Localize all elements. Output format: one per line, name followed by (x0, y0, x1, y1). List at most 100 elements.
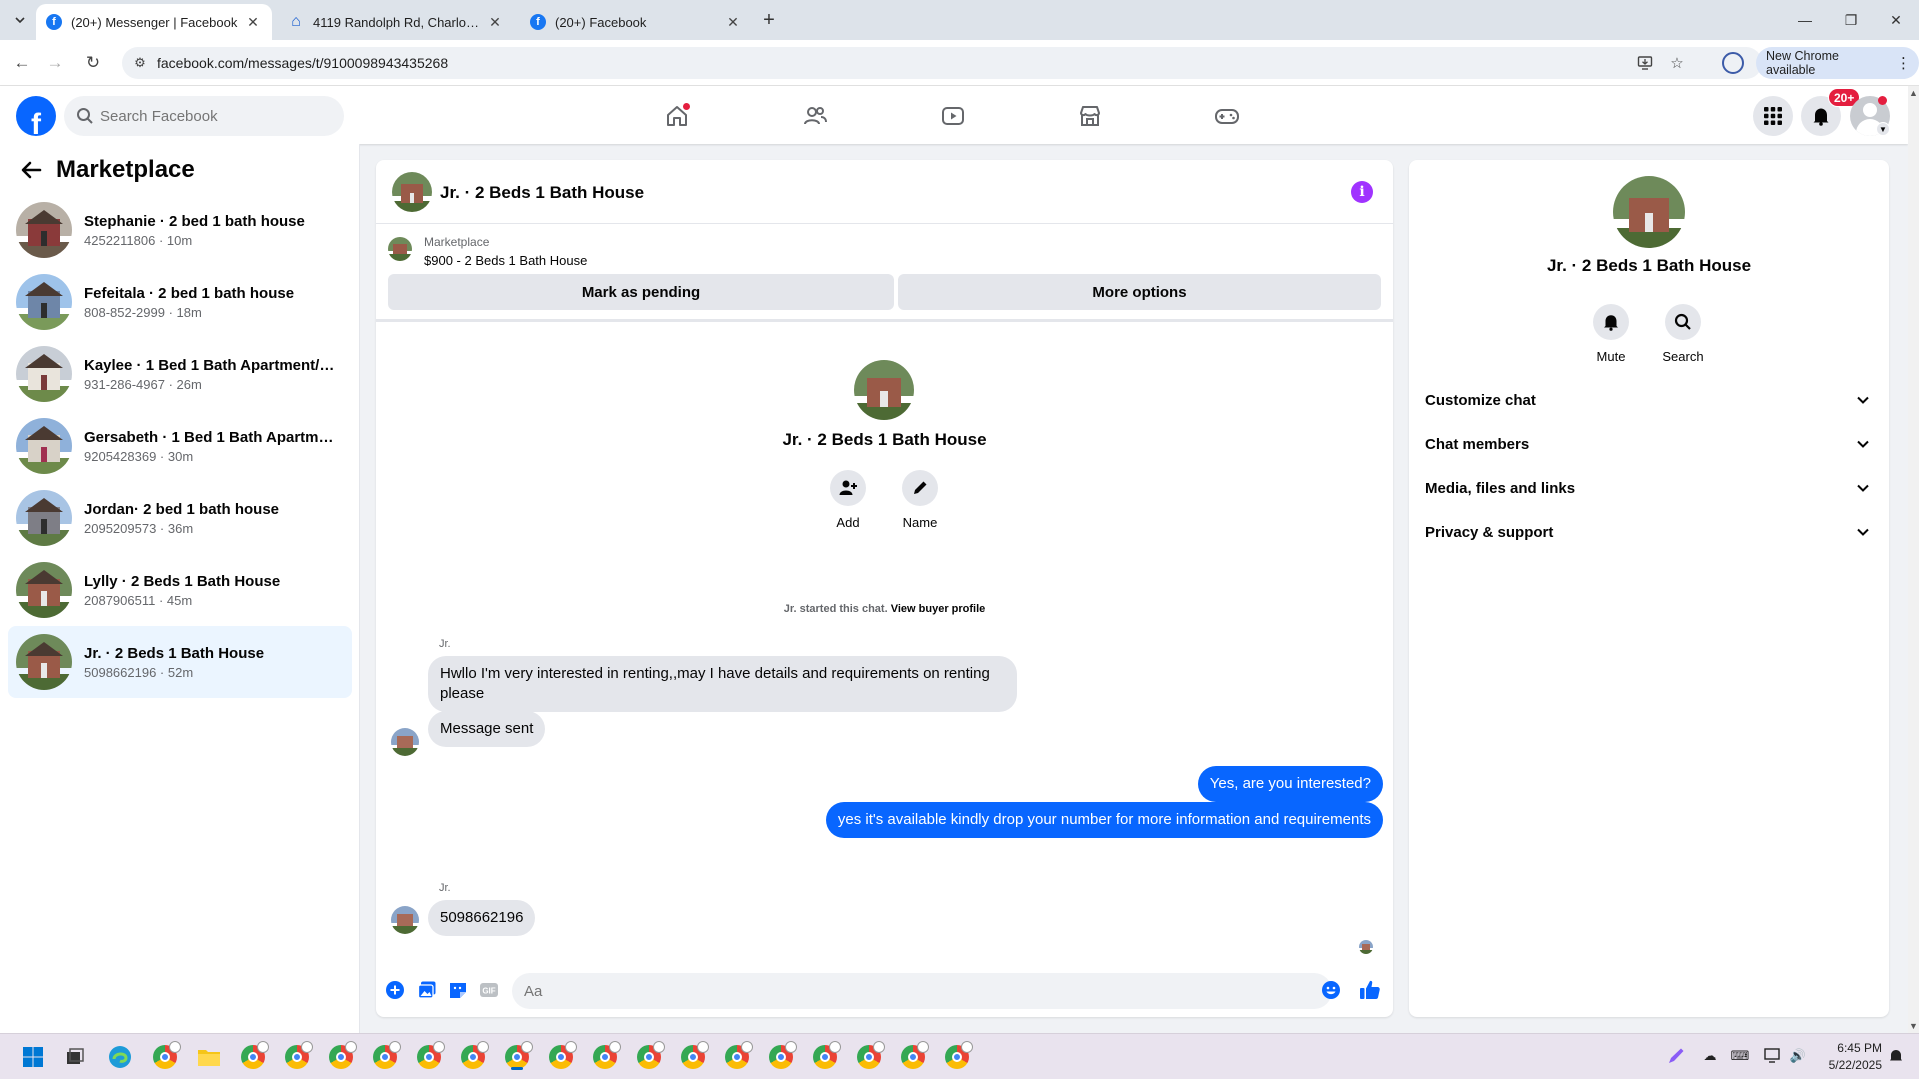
gif-icon[interactable]: GIF (478, 979, 500, 1001)
chrome-profile-icon[interactable] (1722, 52, 1744, 74)
conversation-item[interactable]: Stephanie · 2 bed 1 bath house 4252211806… (8, 194, 352, 266)
mute-button[interactable]: Mute (1581, 304, 1641, 364)
conversation-item[interactable]: Lylly · 2 Beds 1 Bath House 2087906511 · … (8, 554, 352, 626)
chrome-profile-taskbar-icon[interactable] (326, 1041, 357, 1072)
forward-arrow-icon[interactable]: → (42, 50, 68, 76)
friends-icon[interactable] (795, 96, 835, 136)
thumbs-up-icon[interactable] (1359, 979, 1381, 1001)
chrome-active-taskbar-icon[interactable] (502, 1041, 533, 1072)
more-options-button[interactable]: More options (898, 274, 1381, 310)
scroll-up-arrow-icon[interactable]: ▲ (1909, 88, 1918, 98)
facebook-search-box[interactable] (64, 96, 344, 136)
chat-title[interactable]: Jr. · 2 Beds 1 Bath House (440, 183, 644, 203)
tab-messenger[interactable]: f (20+) Messenger | Facebook ✕ (36, 4, 272, 40)
listing-price-title[interactable]: $900 - 2 Beds 1 Bath House (424, 253, 587, 268)
chrome-profile-taskbar-icon[interactable] (590, 1041, 621, 1072)
conversation-item[interactable]: Kaylee · 1 Bed 1 Bath Apartment/c... 931-… (8, 338, 352, 410)
chrome-profile-taskbar-icon[interactable] (238, 1041, 269, 1072)
tab-search-chevron-icon[interactable] (8, 8, 32, 32)
cloud-offline-icon[interactable]: ☁ (1700, 1046, 1720, 1066)
chrome-profile-taskbar-icon[interactable] (282, 1041, 313, 1072)
chrome-profile-taskbar-icon[interactable] (942, 1041, 973, 1072)
edge-browser-icon[interactable] (105, 1042, 135, 1072)
chat-avatar[interactable] (392, 172, 432, 212)
video-icon[interactable] (933, 96, 973, 136)
gaming-icon[interactable] (1207, 96, 1247, 136)
conversation-item-active[interactable]: Jr. · 2 Beds 1 Bath House 5098662196 · 52… (8, 626, 352, 698)
info-panel-avatar[interactable] (1613, 176, 1685, 248)
bookmark-star-icon[interactable]: ☆ (1668, 54, 1686, 72)
account-chevron-down-icon[interactable]: ▼ (1876, 122, 1890, 136)
sender-avatar[interactable] (391, 906, 419, 934)
edit-name-button[interactable]: Name (890, 470, 950, 530)
home-icon[interactable] (657, 96, 697, 136)
chrome-profile-taskbar-icon[interactable] (370, 1041, 401, 1072)
scroll-down-arrow-icon[interactable]: ▼ (1909, 1021, 1918, 1031)
sender-avatar[interactable] (391, 728, 419, 756)
facebook-logo-icon[interactable]: f (16, 96, 56, 136)
volume-icon[interactable]: 🔊 (1788, 1046, 1808, 1066)
chrome-profile-taskbar-icon[interactable] (766, 1041, 797, 1072)
view-buyer-profile-link[interactable]: View buyer profile (891, 603, 986, 615)
sticker-icon[interactable] (447, 979, 469, 1001)
system-clock[interactable]: 6:45 PM 5/22/2025 (1822, 1040, 1882, 1074)
chrome-profile-taskbar-icon[interactable] (810, 1041, 841, 1072)
site-info-icon[interactable]: ⚙ (132, 55, 148, 71)
pen-icon[interactable] (1666, 1046, 1686, 1066)
incoming-message-bubble[interactable]: 5098662196 (428, 900, 536, 936)
outgoing-message-bubble[interactable]: Yes, are you interested? (1197, 766, 1383, 802)
outgoing-message-bubble[interactable]: yes it's available kindly drop your numb… (825, 802, 1383, 838)
message-input[interactable] (512, 973, 1332, 1009)
search-in-conversation-button[interactable]: Search (1653, 304, 1713, 364)
chrome-profile-taskbar-icon[interactable] (150, 1041, 181, 1072)
address-bar[interactable]: ⚙ facebook.com/messages/t/91000989434352… (122, 47, 1762, 79)
task-view-icon[interactable] (60, 1042, 90, 1072)
incoming-message-bubble[interactable]: Message sent (428, 711, 546, 747)
mark-as-pending-button[interactable]: Mark as pending (388, 274, 894, 310)
url-text[interactable]: facebook.com/messages/t/9100098943435268 (157, 55, 448, 71)
chrome-profile-taskbar-icon[interactable] (414, 1041, 445, 1072)
keyboard-icon[interactable]: ⌨ (1730, 1046, 1750, 1066)
close-window-icon[interactable]: ✕ (1873, 6, 1919, 34)
restore-icon[interactable]: ❐ (1828, 6, 1874, 34)
tab-close-icon[interactable]: ✕ (244, 14, 262, 31)
notification-center-icon[interactable] (1886, 1046, 1906, 1066)
chrome-profile-taskbar-icon[interactable] (546, 1041, 577, 1072)
tab-close-icon[interactable]: ✕ (724, 14, 742, 31)
new-chrome-available-button[interactable]: New Chrome available ⋮ (1756, 47, 1919, 79)
file-explorer-icon[interactable] (194, 1042, 224, 1072)
photo-icon[interactable] (416, 979, 438, 1001)
conversation-item[interactable]: Gersabeth · 1 Bed 1 Bath Apartmen... 9205… (8, 410, 352, 482)
network-icon[interactable] (1763, 1046, 1783, 1066)
tab-close-icon[interactable]: ✕ (486, 14, 504, 31)
tab-facebook[interactable]: f (20+) Facebook ✕ (520, 4, 752, 40)
minimize-icon[interactable]: — (1782, 6, 1828, 34)
chrome-profile-taskbar-icon[interactable] (678, 1041, 709, 1072)
facebook-search-input[interactable] (100, 96, 330, 136)
chrome-profile-taskbar-icon[interactable] (634, 1041, 665, 1072)
back-arrow-icon[interactable]: ← (9, 50, 35, 76)
privacy-support-section[interactable]: Privacy & support (1425, 514, 1873, 550)
marketplace-icon[interactable] (1070, 96, 1110, 136)
tab-zillow[interactable]: ⌂ 4119 Randolph Rd, Charlotte, N ✕ (278, 4, 514, 40)
plus-circle-icon[interactable] (384, 979, 406, 1001)
back-arrow-icon[interactable] (20, 158, 44, 182)
chrome-profile-taskbar-icon[interactable] (722, 1041, 753, 1072)
conversation-item[interactable]: Fefeitala · 2 bed 1 bath house 808-852-29… (8, 266, 352, 338)
chrome-profile-taskbar-icon[interactable] (854, 1041, 885, 1072)
chat-members-section[interactable]: Chat members (1425, 426, 1873, 462)
new-tab-icon[interactable]: + (757, 8, 781, 32)
conversation-item[interactable]: Jordan· 2 bed 1 bath house 2095209573 · 3… (8, 482, 352, 554)
page-scrollbar[interactable]: ▲ ▼ (1908, 86, 1919, 1033)
customize-chat-section[interactable]: Customize chat (1425, 382, 1873, 418)
chrome-menu-icon[interactable]: ⋮ (1896, 54, 1911, 72)
incoming-message-bubble[interactable]: Hwllo I'm very interested in renting,,ma… (428, 656, 1017, 712)
chrome-profile-taskbar-icon[interactable] (458, 1041, 489, 1072)
conversation-info-icon[interactable]: i (1351, 181, 1373, 203)
media-files-links-section[interactable]: Media, files and links (1425, 470, 1873, 506)
chrome-profile-taskbar-icon[interactable] (898, 1041, 929, 1072)
reload-icon[interactable]: ↻ (80, 50, 106, 76)
install-app-icon[interactable] (1636, 54, 1654, 72)
windows-start-icon[interactable] (18, 1042, 48, 1072)
menu-grid-icon[interactable] (1753, 96, 1793, 136)
